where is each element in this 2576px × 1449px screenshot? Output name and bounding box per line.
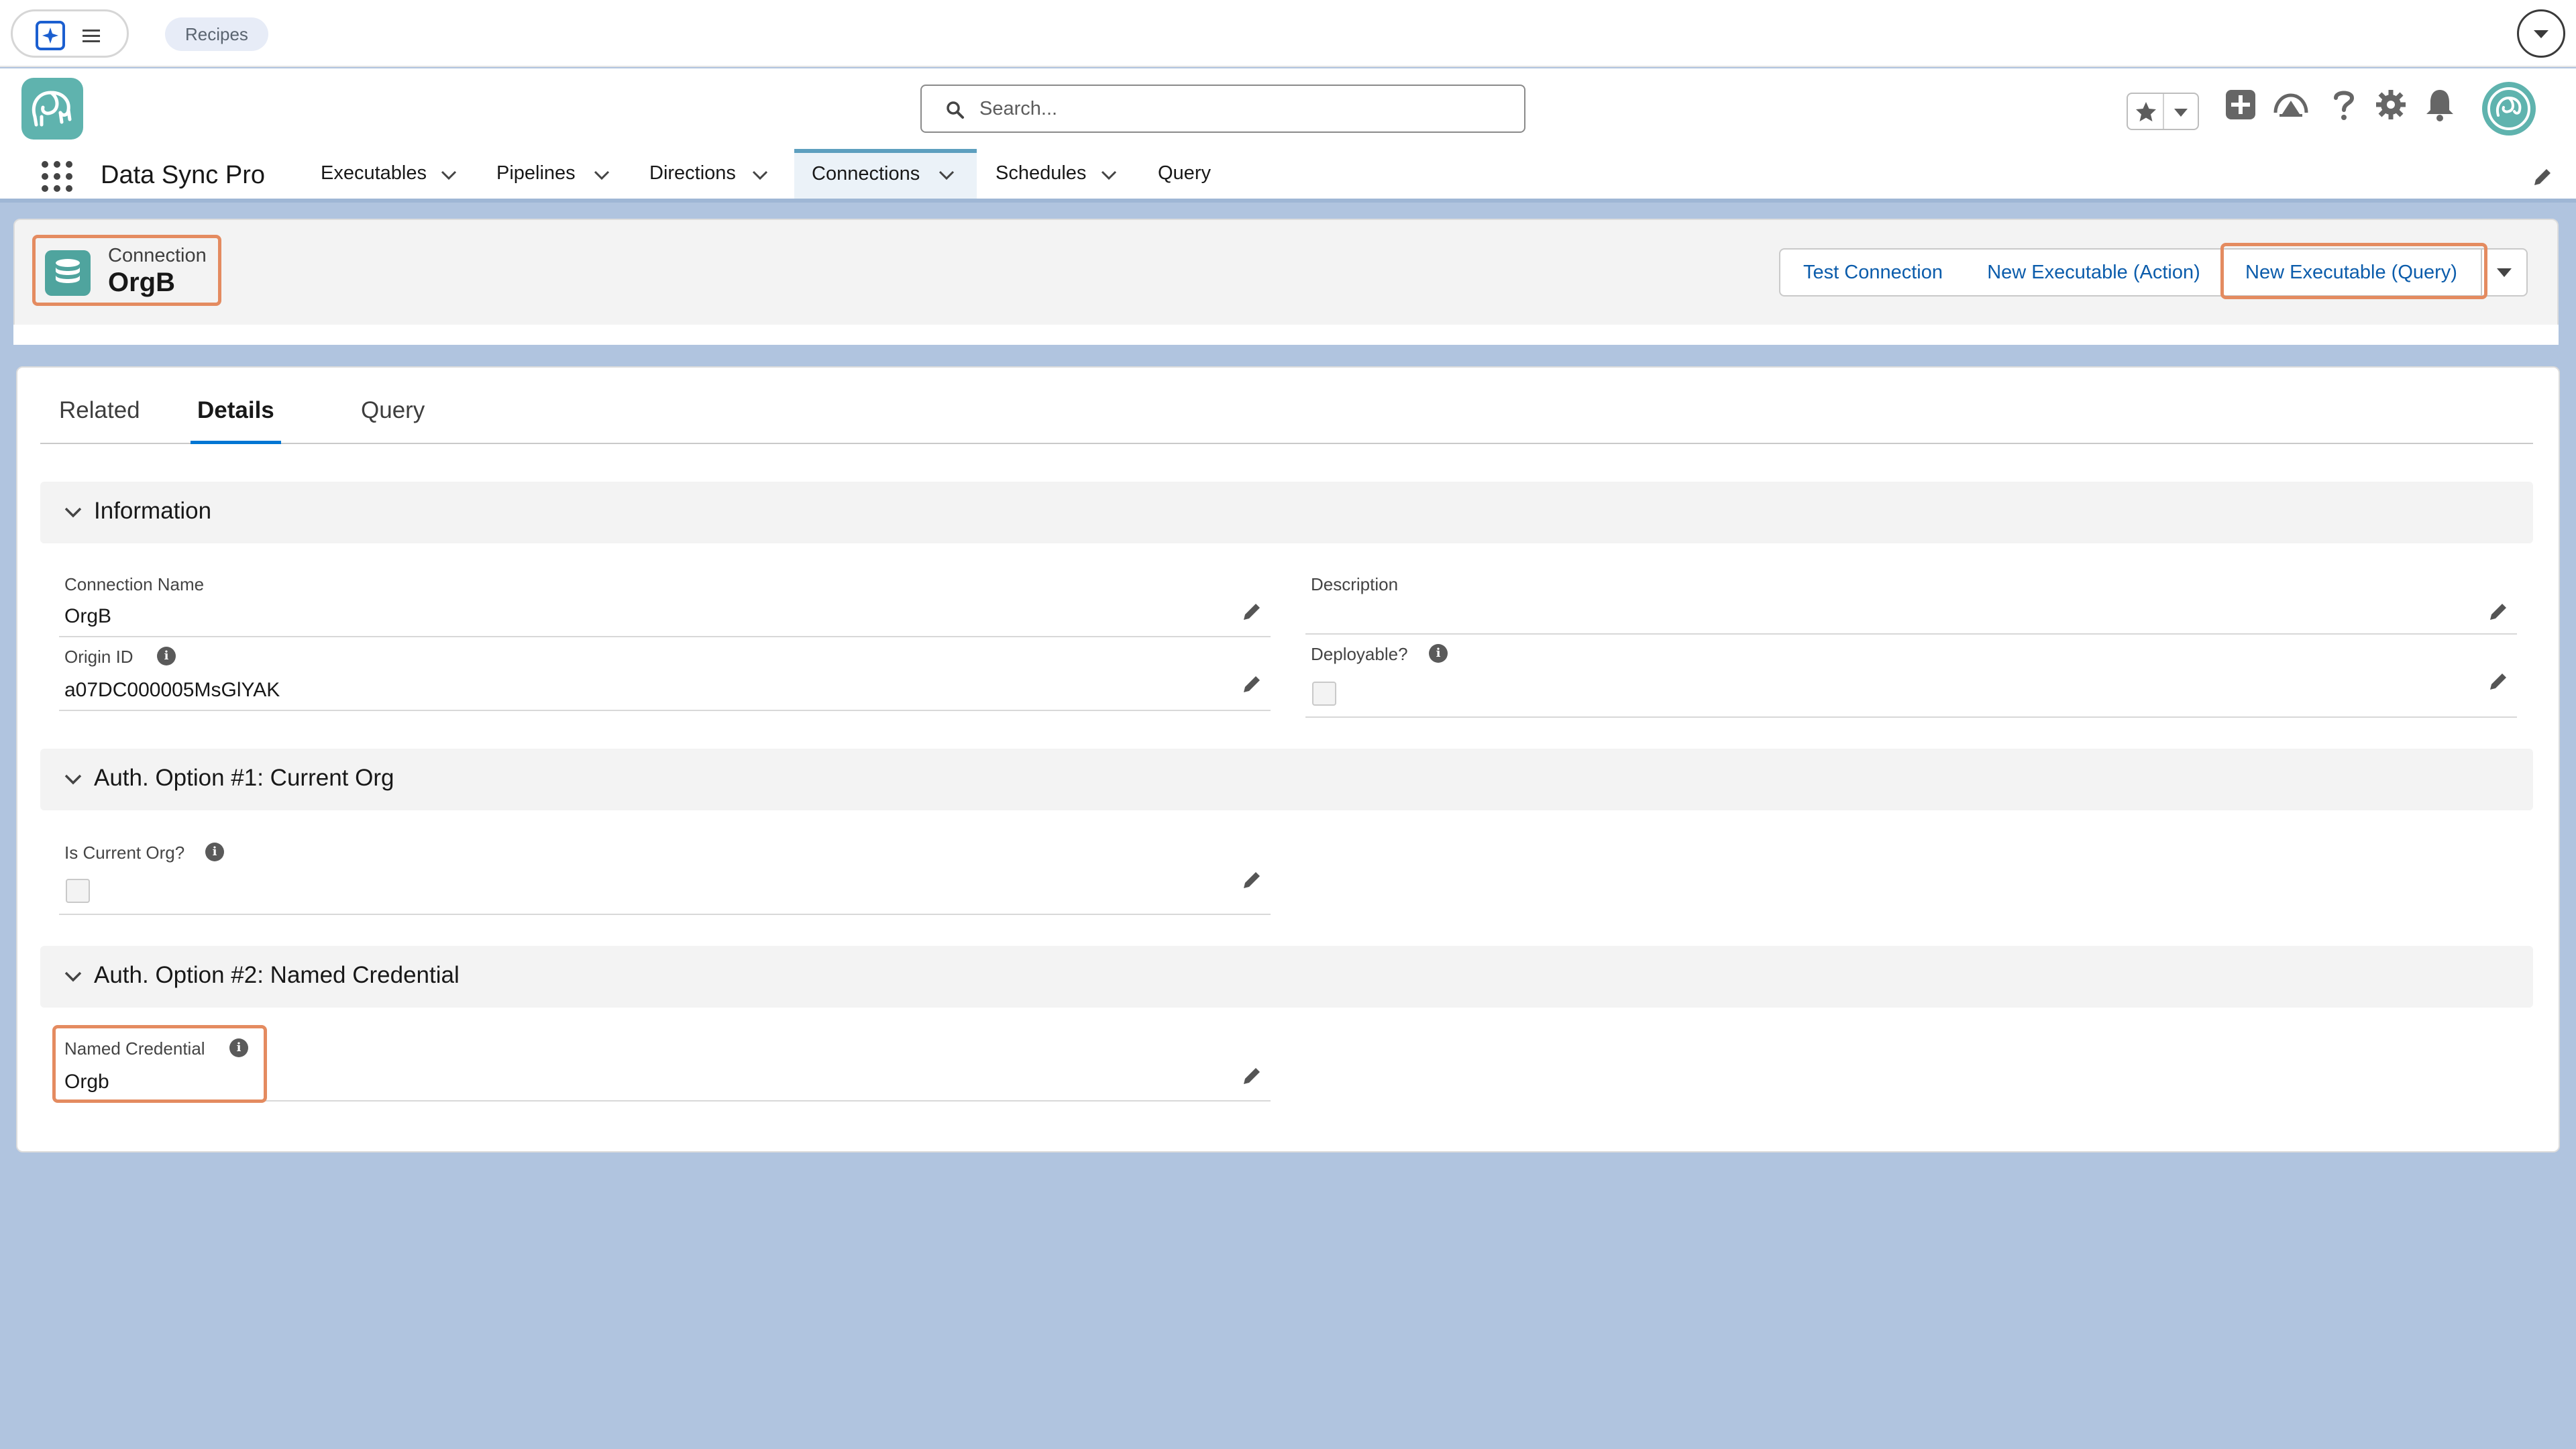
info-icon[interactable]: i [205,843,224,861]
add-icon[interactable] [2223,87,2258,122]
section-title: Auth. Option #2: Named Credential [94,962,460,988]
field-label: Origin ID [64,647,133,667]
nav-item-query[interactable]: Query [1150,149,1224,199]
trailhead-icon[interactable] [2273,87,2309,122]
field-label: Named Credential [64,1038,205,1059]
database-icon [45,250,91,296]
edit-nav-icon[interactable] [2532,166,2553,188]
nav-item-directions[interactable]: Directions [641,149,782,199]
nav-item-label: Pipelines [496,162,576,184]
nav-item-executables[interactable]: Executables [313,149,471,199]
chevron-down-icon[interactable] [1100,169,1118,181]
chevron-down-icon [64,507,82,518]
chevron-down-icon[interactable] [440,169,458,181]
nav-item-connections[interactable]: Connections [794,149,977,199]
field-label: Description [1311,574,1399,594]
test-connection-button[interactable]: Test Connection [1779,248,1967,297]
search-input[interactable] [979,93,1503,125]
info-icon[interactable]: i [1429,644,1448,663]
is-current-org-checkbox [66,879,90,903]
field-connection-name: Connection Name OrgB [59,568,1271,637]
nav-item-label: Executables [321,162,427,184]
edit-icon[interactable] [1241,601,1263,623]
field-label: Deployable? [1311,644,1408,664]
field-description: Description [1305,568,2517,635]
record-type-label: Connection [108,245,207,266]
tab-related[interactable]: Related [59,397,140,444]
nav-item-label: Directions [649,162,736,184]
field-value: a07DC000005MsGlYAK [64,679,280,701]
field-label: Is Current Org? [64,843,185,863]
edit-icon[interactable] [1241,674,1263,695]
app-navigation: Data Sync Pro Executables Pipelines Dire… [0,149,2576,203]
edit-icon[interactable] [1241,869,1263,891]
extension-button[interactable] [11,9,129,58]
new-executable-action-button[interactable]: New Executable (Action) [1966,248,2223,297]
help-icon[interactable] [2330,87,2357,122]
record-title-block: Connection OrgB [32,235,221,306]
search-icon [947,101,964,119]
nav-item-pipelines[interactable]: Pipelines [488,149,623,199]
field-origin-id: Origin ID i a07DC000005MsGlYAK [59,640,1271,711]
info-icon[interactable]: i [229,1038,248,1057]
nav-item-label: Query [1158,162,1211,184]
field-label: Connection Name [64,574,205,594]
nav-item-label: Schedules [996,162,1087,184]
app-name: Data Sync Pro [101,161,265,189]
elephant-logo-icon [32,91,72,127]
section-auth-option-1-header[interactable]: Auth. Option #1: Current Org [40,749,2533,810]
global-header [0,68,2576,149]
chevron-down-icon[interactable] [593,169,610,181]
menu-icon [81,25,103,46]
edit-icon[interactable] [2487,671,2509,692]
recipes-chip[interactable]: Recipes [165,17,268,51]
org-logo[interactable] [21,78,83,140]
chevron-down-icon[interactable] [2171,103,2191,121]
section-title: Auth. Option #1: Current Org [94,765,394,791]
more-actions-button[interactable] [2482,248,2528,297]
edit-icon[interactable] [1241,1065,1263,1087]
record-tabs: Related Details Query [40,385,2533,444]
favorites-group[interactable] [2127,93,2199,130]
field-deployable: Deployable? i [1305,637,2517,718]
nav-item-label: Connections [812,163,920,184]
user-avatar[interactable] [2482,82,2536,136]
chevron-down-icon [64,971,82,982]
info-icon[interactable]: i [157,647,176,665]
app-launcher-icon[interactable] [39,158,75,195]
chevron-down-icon [2497,268,2512,277]
divider [2163,94,2164,129]
record-name: OrgB [108,268,175,297]
tab-query[interactable]: Query [361,397,425,444]
section-information-header[interactable]: Information [40,482,2533,543]
edit-icon[interactable] [2487,601,2509,623]
chevron-down-icon [64,774,82,785]
bell-icon[interactable] [2423,87,2457,122]
field-named-credential: Named Credential i Orgb [59,1032,1271,1102]
gear-icon[interactable] [2373,87,2408,122]
nav-item-schedules[interactable]: Schedules [987,149,1142,199]
deployable-checkbox [1312,682,1336,706]
field-value: Orgb [64,1071,109,1093]
field-is-current-org: Is Current Org? i [59,835,1271,915]
section-title: Information [94,498,212,524]
star-icon[interactable] [2135,101,2157,123]
highlights-band [13,325,2559,345]
global-search[interactable] [920,85,1525,133]
chevron-down-icon[interactable] [751,169,769,181]
chevron-down-icon [2534,30,2548,38]
chevron-down-icon[interactable] [938,169,955,181]
browser-toolbar: Recipes [0,0,2576,67]
elephant-avatar-icon [2487,87,2530,130]
tab-details[interactable]: Details [191,397,281,444]
browser-dropdown-button[interactable] [2517,9,2565,58]
section-auth-option-2-header[interactable]: Auth. Option #2: Named Credential [40,946,2533,1008]
field-value: OrgB [64,605,112,627]
extension-logo-icon [36,21,65,50]
new-executable-query-button[interactable]: New Executable (Query) [2222,248,2482,297]
